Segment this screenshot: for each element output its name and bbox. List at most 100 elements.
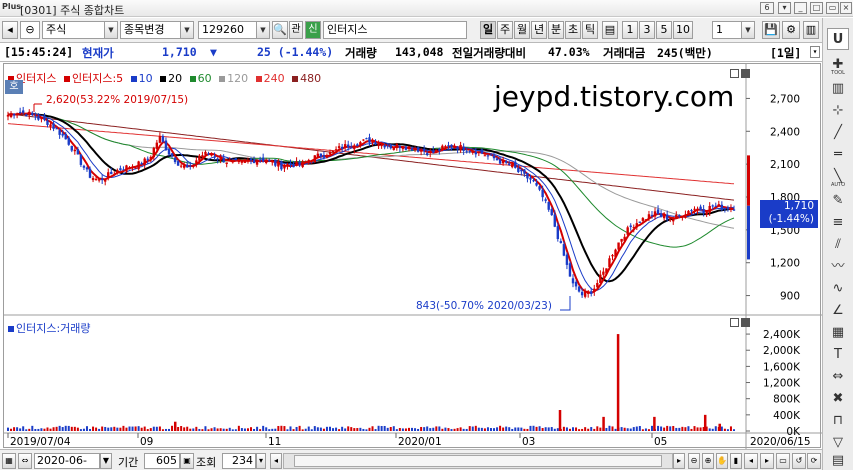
minimize-icon[interactable]: _ — [794, 2, 807, 14]
close-icon[interactable]: × — [840, 2, 852, 14]
period-button-year[interactable]: 년 — [531, 21, 547, 39]
grid-icon[interactable]: ▦ — [827, 322, 849, 344]
wave-icon[interactable]: ∿ — [827, 278, 849, 300]
angle-icon[interactable]: ∠ — [827, 300, 849, 322]
related-button[interactable]: 관 — [289, 21, 303, 39]
volume-bar — [444, 427, 447, 431]
interval-button-10[interactable]: 10 — [673, 21, 693, 39]
gear-icon[interactable]: ⚙ — [782, 21, 800, 39]
candle-body — [717, 204, 721, 206]
mode-select[interactable]: 종목변경 — [120, 21, 182, 39]
asset-type-dropdown-icon[interactable]: ▼ — [104, 21, 118, 39]
period-button-minute[interactable]: 분 — [548, 21, 564, 39]
prev-market-button[interactable]: ◂ — [2, 21, 18, 39]
candle-body — [21, 110, 25, 113]
chart-type-icon[interactable]: ▤ — [602, 21, 618, 39]
candle-body — [182, 165, 186, 168]
chart-scrollbar-thumb[interactable] — [294, 455, 662, 467]
volume-bar — [526, 428, 529, 431]
next-page-icon[interactable]: ▸ — [760, 453, 774, 469]
fit-icon[interactable]: ▭ — [776, 453, 790, 469]
stock-code-dropdown-icon[interactable]: ▼ — [256, 21, 270, 39]
bar-icon[interactable]: ▮ — [730, 453, 742, 469]
calendar-icon[interactable]: ▦ — [2, 453, 16, 469]
mode-dropdown-icon[interactable]: ▼ — [180, 21, 194, 39]
period-input[interactable]: 605 — [144, 453, 180, 469]
volume-bar — [85, 426, 88, 431]
candle-body — [337, 146, 341, 148]
channel-icon[interactable]: ⫽ — [827, 234, 849, 256]
u-button[interactable]: U — [827, 28, 849, 50]
prev-page-icon[interactable]: ◂ — [744, 453, 758, 469]
more-icon[interactable]: ▤ — [827, 450, 849, 470]
panel-maximize-icon[interactable] — [730, 69, 739, 78]
volume-panel-close-icon[interactable] — [741, 318, 750, 327]
auto-line-icon[interactable]: ╲ AUTO — [827, 166, 849, 188]
chart-area[interactable]: 2,700 2,400 2,100 1,800 1,500 1,200 900 2,400K 2… — [3, 63, 822, 449]
maximize-icon[interactable]: □ — [810, 2, 823, 14]
view-count-stepper[interactable]: ▾ — [256, 453, 266, 469]
interval-button-5[interactable]: 5 — [656, 21, 672, 39]
volume-bar — [520, 427, 523, 431]
candle-body — [286, 164, 289, 167]
candle-body — [43, 115, 46, 120]
zigzag-icon[interactable]: 〰 — [827, 256, 849, 278]
crosshair-icon[interactable]: ⊹ — [827, 100, 849, 122]
period-button-week[interactable]: 주 — [497, 21, 513, 39]
hand-icon[interactable]: ✋ — [716, 453, 728, 469]
horizontal-line-icon[interactable]: ═ — [827, 144, 849, 166]
magnet-icon[interactable]: ⊓ — [827, 410, 849, 432]
volume-panel-maximize-icon[interactable] — [730, 318, 739, 327]
volume-bar — [79, 429, 82, 431]
high-marker — [33, 103, 42, 112]
interval-input[interactable]: 1 — [712, 21, 742, 39]
date-input[interactable]: 2020-06-08 — [34, 453, 100, 470]
range-icon[interactable]: ⇔ — [18, 453, 32, 469]
candle-body — [696, 208, 699, 211]
layout-icon[interactable]: ▥ — [803, 21, 819, 39]
restore-icon[interactable]: ▭ — [826, 2, 839, 14]
pencil-icon[interactable]: ✎ — [827, 190, 849, 212]
date-dropdown-icon[interactable]: ▼ — [100, 453, 112, 469]
period-button-tick[interactable]: 틱 — [582, 21, 598, 39]
search-icon[interactable]: 🔍 — [272, 21, 288, 39]
candle-body — [325, 156, 329, 158]
window-count-badge[interactable]: 6 — [760, 2, 774, 14]
bottom-bar: ▦ ⇔ 2020-06-08 ▼ 기간 605 ▣ 조회 234 ▾ ◂ ▸ ⊖… — [0, 449, 822, 470]
zoom-in-icon[interactable]: ⊕ — [702, 453, 714, 469]
scroll-left-icon[interactable]: ◂ — [270, 453, 282, 469]
tool-menu-icon[interactable]: ✚ TOOL — [827, 54, 849, 76]
window-menu-icon[interactable]: ▾ — [778, 2, 791, 14]
chart-unit[interactable]: [1일] — [770, 45, 801, 61]
volume-bar — [644, 428, 647, 431]
volume-bar — [386, 427, 389, 431]
interval-button-1[interactable]: 1 — [622, 21, 638, 39]
scroll-right-icon[interactable]: ▸ — [673, 453, 685, 469]
zoom-out-icon[interactable]: ⊖ — [688, 453, 700, 469]
period-checkbox-icon[interactable]: ▣ — [180, 453, 194, 469]
volume-bar — [572, 427, 575, 431]
panel-close-icon[interactable] — [741, 69, 750, 78]
bar-chart-icon[interactable]: ▥ — [827, 78, 849, 100]
eraser-icon[interactable]: ✖ — [827, 388, 849, 410]
market-code-field[interactable]: ⊖ — [20, 21, 40, 39]
chart-scrollbar-track[interactable] — [283, 453, 673, 469]
reset-icon[interactable]: ↺ — [792, 453, 806, 469]
period-button-second[interactable]: 초 — [565, 21, 581, 39]
period-button-day[interactable]: 일 — [480, 21, 496, 39]
interval-button-3[interactable]: 3 — [639, 21, 655, 39]
measure-icon[interactable]: ⇔ — [827, 366, 849, 388]
trend-line-icon[interactable]: ╱ — [827, 122, 849, 144]
ho-badge[interactable]: 호 — [5, 80, 23, 94]
asset-type-select[interactable]: 주식 — [42, 21, 108, 39]
view-count-input[interactable]: 234 — [222, 453, 256, 469]
fibonacci-icon[interactable]: ≡ — [827, 212, 849, 234]
interval-dropdown-icon[interactable]: ▼ — [741, 21, 755, 39]
save-icon[interactable]: 💾 — [762, 21, 780, 39]
text-icon[interactable]: T — [827, 344, 849, 366]
period-button-month[interactable]: 월 — [514, 21, 530, 39]
volume-bar — [547, 427, 550, 431]
refresh-icon[interactable]: ⟳ — [807, 453, 821, 469]
unit-dropdown-icon[interactable]: ▾ — [810, 46, 820, 58]
stock-code-input[interactable]: 129260 — [198, 21, 258, 39]
